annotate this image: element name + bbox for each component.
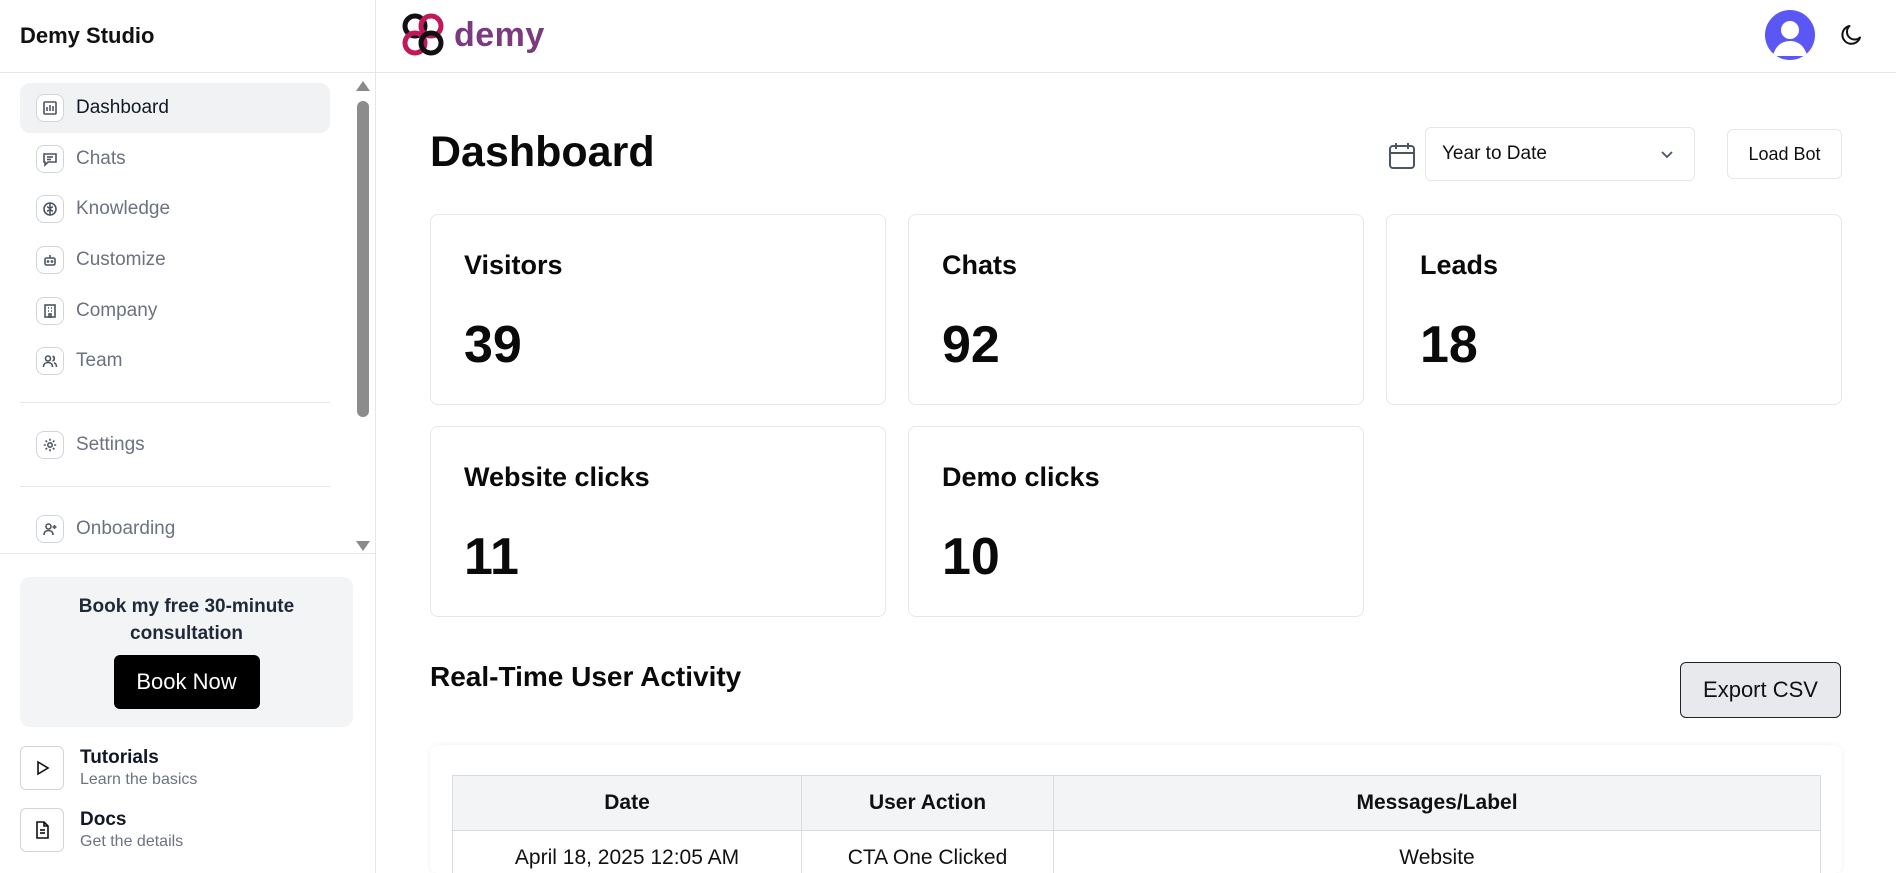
sidebar-item-label: Dashboard bbox=[76, 97, 169, 118]
sidebar-item-team[interactable]: Team bbox=[20, 336, 330, 386]
sidebar: Demy Studio Dashboard Chats Knowledge Cu… bbox=[0, 0, 376, 873]
scroll-up-arrow-icon[interactable] bbox=[356, 81, 370, 91]
stat-card-visitors: Visitors 39 bbox=[430, 214, 886, 405]
sidebar-item-onboarding[interactable]: Onboarding bbox=[20, 504, 330, 553]
sidebar-item-label: Team bbox=[76, 350, 123, 372]
stat-label: Visitors bbox=[464, 250, 563, 280]
chevron-down-icon bbox=[1661, 151, 1673, 159]
column-header-user-action[interactable]: User Action bbox=[801, 775, 1054, 831]
sidebar-item-knowledge[interactable]: Knowledge bbox=[20, 184, 330, 234]
docs-title: Docs bbox=[80, 809, 127, 830]
stat-value: 11 bbox=[464, 528, 519, 586]
chart-icon bbox=[36, 94, 64, 122]
sidebar-nav: Dashboard Chats Knowledge Customize Comp… bbox=[0, 73, 376, 553]
sidebar-item-label: Knowledge bbox=[76, 198, 171, 220]
cell-date: April 18, 2025 12:05 AM bbox=[452, 830, 802, 873]
table-header-row: Date User Action Messages/Label bbox=[452, 775, 1821, 831]
brain-icon bbox=[36, 195, 64, 224]
date-range-value: Year to Date bbox=[1442, 143, 1547, 164]
page-title: Dashboard bbox=[430, 128, 655, 176]
building-icon bbox=[36, 296, 64, 325]
sidebar-scrollbar[interactable] bbox=[354, 81, 370, 551]
stat-label: Website clicks bbox=[464, 462, 650, 492]
main-content: Dashboard Year to Date Load Bot Visitors… bbox=[376, 73, 1896, 873]
docs-subtitle: Get the details bbox=[80, 833, 184, 850]
sidebar-item-label: Settings bbox=[76, 434, 145, 456]
brand-name: demy bbox=[454, 15, 545, 54]
stat-label: Demo clicks bbox=[942, 462, 1100, 492]
chat-icon bbox=[36, 144, 64, 173]
stat-value: 39 bbox=[464, 316, 522, 374]
sidebar-item-company[interactable]: Company bbox=[20, 286, 330, 336]
brand-logo[interactable]: demy bbox=[400, 12, 545, 58]
brand-logo-icon bbox=[402, 13, 444, 56]
sidebar-item-label: Company bbox=[76, 299, 158, 321]
docs-link[interactable]: Docs Get the details bbox=[20, 808, 183, 852]
consultation-promo: Book my free 30-minute consultation Book… bbox=[20, 577, 353, 727]
stat-label: Leads bbox=[1420, 250, 1499, 280]
column-header-messages-label[interactable]: Messages/Label bbox=[1053, 775, 1821, 831]
user-plus-icon bbox=[36, 515, 64, 544]
stat-label: Chats bbox=[942, 250, 1018, 280]
scrollbar-thumb[interactable] bbox=[357, 101, 369, 417]
sidebar-item-label: Onboarding bbox=[76, 518, 176, 540]
cell-messages-label: Website bbox=[1053, 830, 1821, 873]
calendar-icon bbox=[1389, 143, 1415, 169]
promo-text: Book my free 30-minute consultation bbox=[78, 596, 295, 644]
sidebar-footer: Book my free 30-minute consultation Book… bbox=[0, 553, 376, 873]
tutorials-link[interactable]: Tutorials Learn the basics bbox=[20, 746, 197, 790]
activity-table: Date User Action Messages/Label April 18… bbox=[452, 775, 1821, 873]
gear-icon bbox=[36, 431, 64, 460]
sidebar-item-settings[interactable]: Settings bbox=[20, 420, 330, 470]
stat-value: 10 bbox=[942, 528, 1000, 586]
tutorials-title: Tutorials bbox=[80, 747, 159, 768]
play-icon bbox=[20, 746, 64, 790]
moon-icon[interactable] bbox=[1838, 20, 1866, 48]
activity-section-title: Real-Time User Activity bbox=[430, 661, 742, 692]
avatar[interactable] bbox=[1765, 10, 1815, 60]
activity-table-container: Date User Action Messages/Label April 18… bbox=[430, 745, 1842, 873]
stat-value: 18 bbox=[1420, 316, 1478, 374]
scroll-down-arrow-icon[interactable] bbox=[356, 541, 370, 551]
table-row[interactable]: April 18, 2025 12:05 AM CTA One Clicked … bbox=[452, 830, 1821, 873]
date-range-select[interactable]: Year to Date bbox=[1425, 127, 1695, 181]
studio-name: Demy Studio bbox=[0, 0, 375, 73]
stat-card-chats: Chats 92 bbox=[908, 214, 1364, 405]
divider bbox=[20, 486, 330, 488]
book-now-button[interactable]: Book Now bbox=[113, 655, 260, 709]
stat-card-website-clicks: Website clicks 11 bbox=[430, 426, 886, 617]
stat-card-demo-clicks: Demo clicks 10 bbox=[908, 426, 1364, 617]
sidebar-item-chats[interactable]: Chats bbox=[20, 134, 330, 184]
users-icon bbox=[36, 347, 64, 376]
stat-card-leads: Leads 18 bbox=[1386, 214, 1842, 405]
sidebar-item-label: Customize bbox=[76, 249, 166, 271]
stat-value: 92 bbox=[942, 316, 1000, 374]
bot-icon bbox=[36, 246, 64, 275]
sidebar-item-label: Chats bbox=[76, 147, 126, 169]
tutorials-subtitle: Learn the basics bbox=[80, 771, 198, 788]
export-csv-button[interactable]: Export CSV bbox=[1680, 662, 1841, 718]
user-avatar-icon bbox=[1773, 21, 1807, 56]
sidebar-item-dashboard[interactable]: Dashboard bbox=[20, 83, 330, 133]
divider bbox=[20, 402, 330, 404]
document-icon bbox=[20, 808, 64, 852]
cell-user-action: CTA One Clicked bbox=[801, 830, 1054, 873]
top-bar: demy bbox=[376, 0, 1896, 73]
load-bot-button[interactable]: Load Bot bbox=[1727, 129, 1842, 179]
sidebar-item-customize[interactable]: Customize bbox=[20, 235, 330, 285]
column-header-date[interactable]: Date bbox=[452, 775, 802, 831]
